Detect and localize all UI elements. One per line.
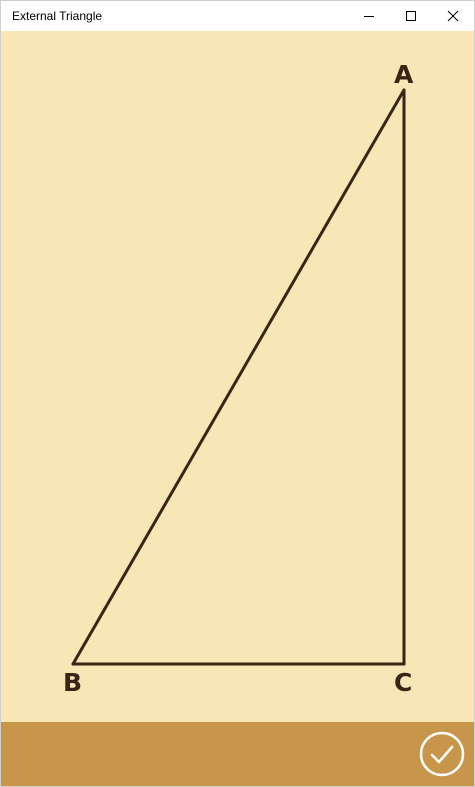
- confirm-button[interactable]: [419, 731, 465, 777]
- bottom-app-bar: [1, 722, 474, 786]
- maximize-icon: [406, 11, 416, 21]
- side-ab: [71, 88, 406, 666]
- close-button[interactable]: [432, 1, 474, 31]
- minimize-button[interactable]: [348, 1, 390, 31]
- maximize-button[interactable]: [390, 1, 432, 31]
- vertex-label-c: C: [394, 668, 413, 697]
- title-bar[interactable]: External Triangle: [1, 1, 474, 31]
- drawing-canvas[interactable]: A B C: [1, 31, 474, 722]
- minimize-icon: [364, 16, 374, 17]
- window-title: External Triangle: [12, 9, 103, 23]
- app-window: External Triangle A B C: [0, 0, 475, 787]
- close-icon: [447, 10, 459, 22]
- vertex-label-a: A: [394, 60, 414, 89]
- vertex-label-b: B: [63, 668, 83, 697]
- checkmark-circle-icon: [419, 731, 465, 777]
- triangle-drawing: [71, 88, 406, 666]
